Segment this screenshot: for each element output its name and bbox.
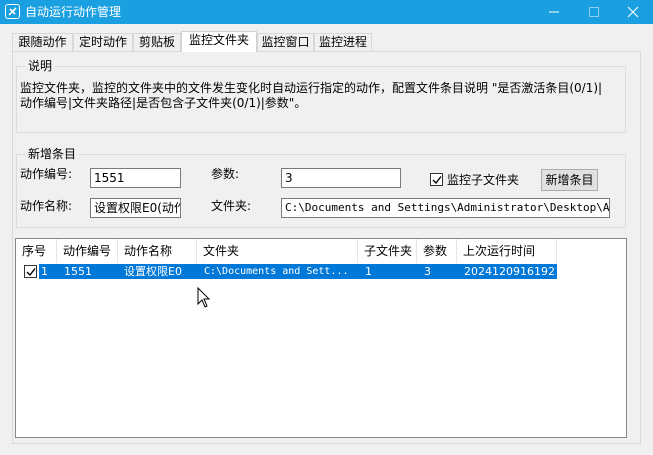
minimize-button[interactable] (534, 0, 574, 24)
param-input[interactable]: 3 (281, 168, 401, 188)
column-header-folder[interactable]: 文件夹 (197, 239, 358, 263)
tab-monitor-folder[interactable]: 监控文件夹 (181, 31, 257, 52)
minimize-icon (549, 11, 559, 13)
subfolder-label[interactable]: 监控子文件夹 (447, 173, 519, 187)
list-header: 序号 动作编号 动作名称 文件夹 子文件夹 参数 上次运行时间 (16, 239, 626, 263)
cell-subfolder: 1 (365, 265, 372, 278)
tab-clipboard[interactable]: 剪贴板 (133, 33, 181, 52)
close-button[interactable] (613, 0, 653, 24)
column-header-index[interactable]: 序号 (16, 239, 57, 263)
cell-param: 3 (424, 265, 431, 278)
maximize-button[interactable] (574, 0, 614, 24)
close-icon (627, 6, 639, 18)
tab-follow-action[interactable]: 跟随动作 (12, 33, 73, 52)
column-header-last-run[interactable]: 上次运行时间 (457, 239, 557, 263)
tab-monitor-process[interactable]: 监控进程 (314, 33, 372, 52)
column-header-param[interactable]: 参数 (417, 239, 457, 263)
folder-input[interactable]: C:\Documents and Settings\Administrator\… (281, 198, 610, 218)
cell-last-run: 20241209161922 (464, 265, 556, 278)
add-entry-button[interactable]: 新增条目 (541, 169, 598, 191)
tab-monitor-window[interactable]: 监控窗口 (257, 33, 314, 52)
cell-action-id: 1551 (64, 265, 92, 278)
action-id-input[interactable]: 1551 (90, 168, 181, 188)
column-header-action-name[interactable]: 动作名称 (118, 239, 197, 263)
subfolder-checkbox[interactable] (430, 173, 443, 186)
description-line-2: 动作编号|文件夹路径|是否包含子文件夹(0/1)|参数"。 (20, 96, 307, 110)
cell-folder: C:\Documents and Sett... (204, 266, 349, 277)
new-entry-group-title: 新增条目 (25, 147, 80, 161)
action-name-label: 动作名称: (20, 199, 73, 213)
maximize-icon (589, 7, 599, 17)
checkmark-icon (432, 176, 442, 185)
checkmark-icon (26, 268, 36, 277)
column-header-action-id[interactable]: 动作编号 (57, 239, 118, 263)
column-header-subfolder[interactable]: 子文件夹 (358, 239, 417, 263)
row-checkbox[interactable] (24, 265, 37, 278)
folder-label: 文件夹: (211, 199, 252, 213)
window-title: 自动运行动作管理 (25, 5, 122, 19)
action-id-label: 动作编号: (20, 167, 73, 181)
description-text: 监控文件夹，监控的文件夹中的文件发生变化时自动运行指定的动作，配置文件条目说明 … (20, 81, 620, 111)
param-label: 参数: (211, 167, 240, 181)
cell-action-name: 设置权限E0 (124, 265, 182, 278)
cell-index: 1 (41, 265, 48, 278)
mouse-cursor-icon (197, 287, 211, 308)
entry-list[interactable]: 序号 动作编号 动作名称 文件夹 子文件夹 参数 上次运行时间 1 1551 设… (15, 238, 627, 438)
action-name-input[interactable]: 设置权限E0(动作 (90, 198, 181, 218)
table-row[interactable]: 1 1551 设置权限E0 C:\Documents and Sett... 1… (39, 264, 557, 279)
description-line-1: 监控文件夹，监控的文件夹中的文件发生变化时自动运行指定的动作，配置文件条目说明 … (20, 81, 603, 95)
tab-timed-action[interactable]: 定时动作 (73, 33, 133, 52)
description-group-title: 说明 (25, 59, 56, 73)
title-bar: 自动运行动作管理 (0, 0, 653, 24)
description-group: 说明 监控文件夹，监控的文件夹中的文件发生变化时自动运行指定的动作，配置文件条目… (16, 59, 626, 133)
app-icon (5, 4, 20, 19)
